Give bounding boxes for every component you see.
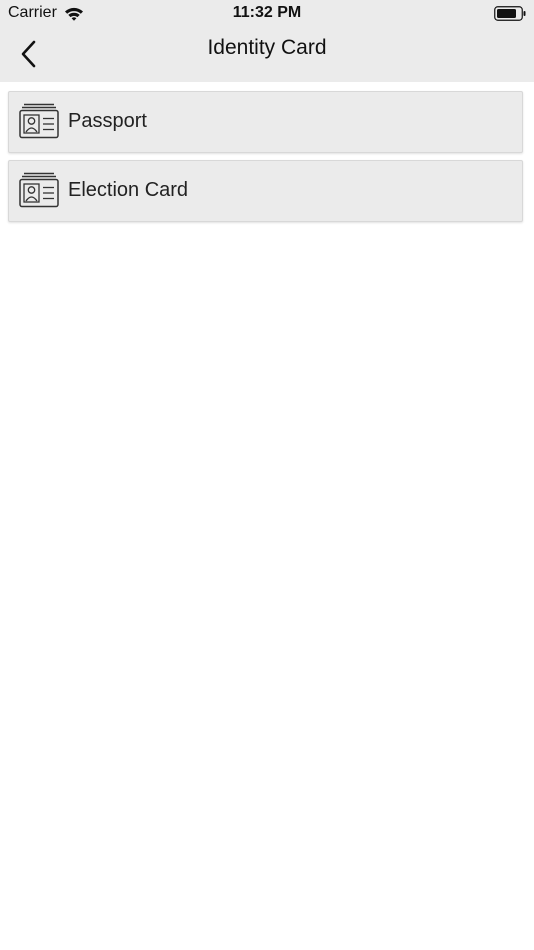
list-item-election-card[interactable]: Election Card — [8, 160, 523, 222]
battery-icon — [494, 6, 526, 21]
list-item-label: Passport — [68, 110, 147, 132]
navigation-bar: Identity Card — [0, 28, 534, 82]
status-time: 11:32 PM — [232, 4, 302, 21]
identity-card-list: Passport Election Card — [8, 91, 523, 229]
id-card-icon — [19, 172, 59, 208]
id-card-icon — [19, 103, 59, 139]
status-bar: Carrier 11:32 PM — [0, 0, 534, 28]
page-title: Identity Card — [207, 36, 327, 59]
list-item-passport[interactable]: Passport — [8, 91, 523, 153]
top-area: Carrier 11:32 PM Identity Card — [0, 0, 534, 82]
chevron-left-icon — [21, 40, 36, 68]
list-item-label: Election Card — [68, 179, 189, 201]
back-button[interactable] — [10, 34, 50, 74]
